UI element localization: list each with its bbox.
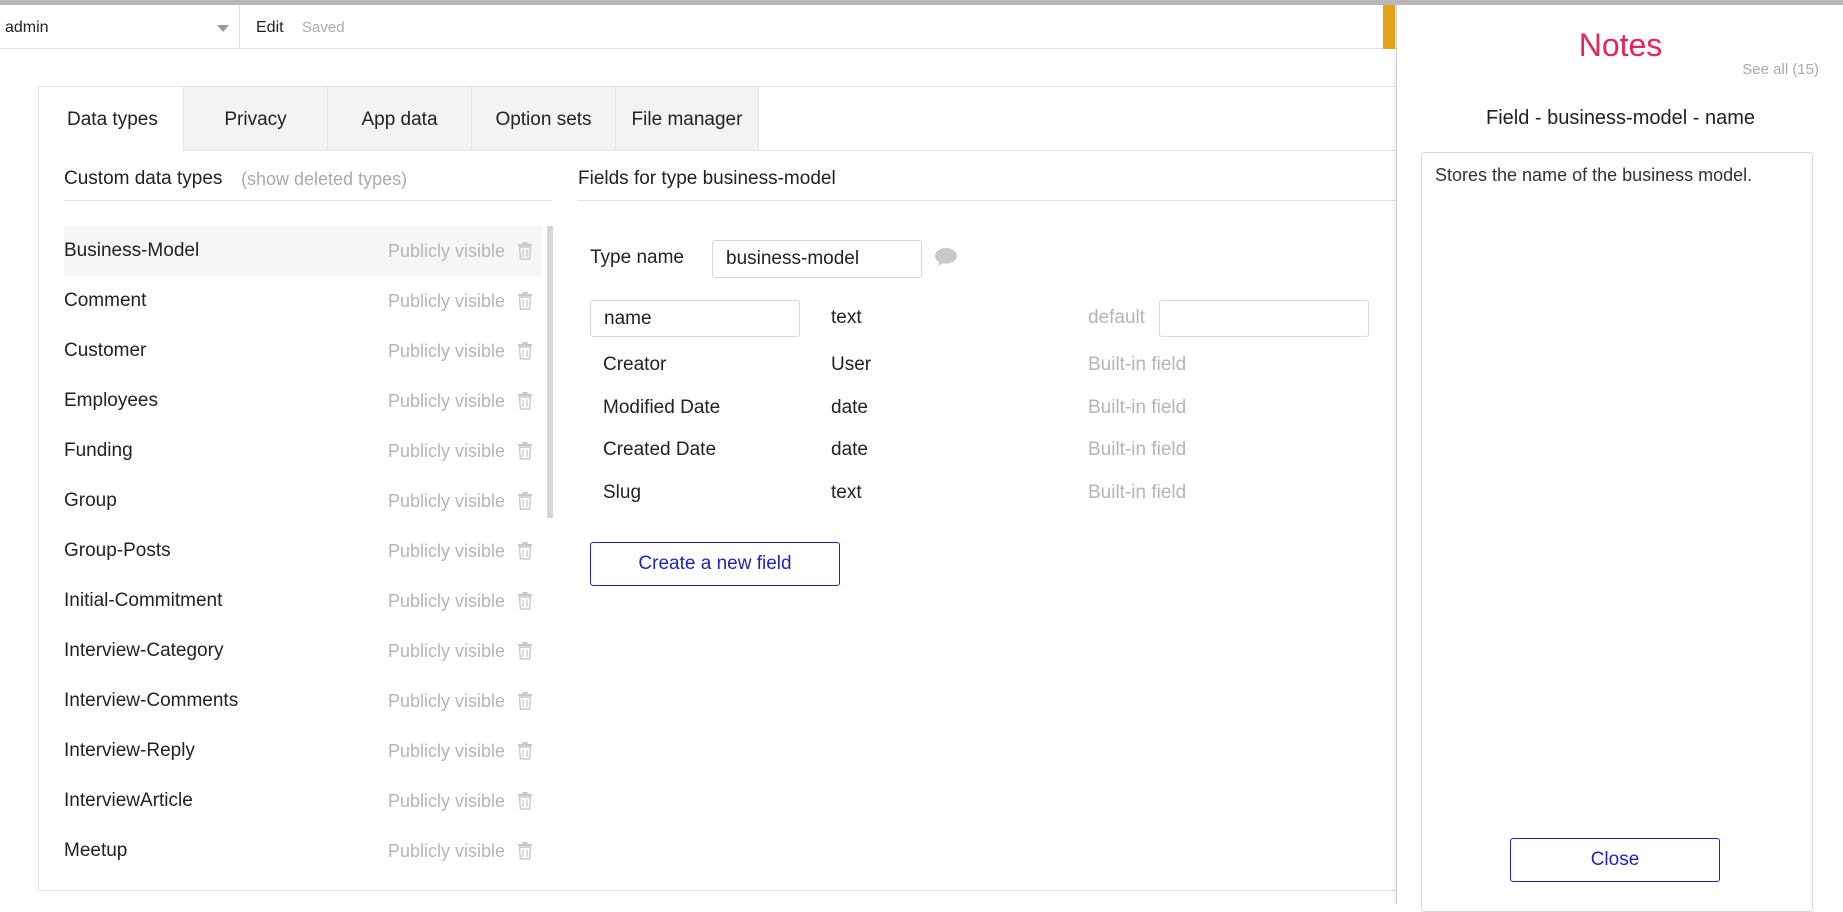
notes-title: Notes — [1578, 27, 1663, 63]
list-scrollbar[interactable] — [547, 226, 553, 518]
data-type-name: Group-Posts — [64, 540, 171, 561]
visibility-label[interactable]: Publicly visible — [388, 476, 505, 526]
chevron-down-icon — [217, 25, 229, 32]
data-type-row[interactable]: Interview-Reply Publicly visible — [64, 726, 542, 776]
trash-icon[interactable] — [518, 592, 532, 610]
data-type-row[interactable]: Employees Publicly visible — [64, 376, 542, 426]
close-notes-button[interactable]: Close — [1510, 838, 1720, 882]
builtin-field-type: date — [831, 397, 868, 418]
trash-icon[interactable] — [518, 492, 532, 510]
builtin-field-type: text — [831, 482, 862, 503]
data-tabs: Data types Privacy App data Option sets … — [38, 86, 759, 151]
data-type-row[interactable]: Interview-Comments Publicly visible — [64, 676, 542, 726]
builtin-field-note: Built-in field — [1088, 482, 1187, 503]
notes-textarea[interactable]: Stores the name of the business model. — [1421, 152, 1813, 912]
data-type-row[interactable]: Group-Posts Publicly visible — [64, 526, 542, 576]
data-type-row[interactable]: Initial-Commitment Publicly visible — [64, 576, 542, 626]
tab-privacy[interactable]: Privacy — [184, 86, 328, 151]
comment-icon[interactable] — [934, 247, 958, 267]
data-type-name: InterviewArticle — [64, 790, 193, 811]
trash-icon[interactable] — [518, 342, 532, 360]
create-field-button[interactable]: Create a new field — [590, 542, 840, 586]
notes-panel: Notes See all (15) Field - business-mode… — [1396, 5, 1843, 912]
builtin-field-note: Built-in field — [1088, 439, 1187, 460]
builtin-field-name: Created Date — [603, 439, 717, 460]
page-selector-value: admin — [5, 19, 49, 36]
custom-types-title: Custom data types — [64, 168, 223, 189]
builtin-field-note: Built-in field — [1088, 354, 1187, 375]
data-type-row[interactable]: Customer Publicly visible — [64, 326, 542, 376]
data-type-list: Business-Model Publicly visible Comment Pub… — [64, 226, 542, 876]
builtin-field-name: Creator — [603, 354, 667, 375]
data-type-row[interactable]: Interview-Category Publicly visible — [64, 626, 542, 676]
builtin-field-note: Built-in field — [1088, 397, 1187, 418]
see-all-notes-link[interactable]: See all (15) — [1742, 61, 1819, 78]
visibility-label[interactable]: Publicly visible — [388, 776, 505, 826]
data-type-name: Funding — [64, 440, 133, 461]
data-type-name: Initial-Commitment — [64, 590, 223, 611]
data-type-name: Meetup — [64, 840, 128, 861]
data-type-row[interactable]: InterviewArticle Publicly visible — [64, 776, 542, 826]
builtin-field-name: Slug — [603, 482, 642, 503]
visibility-label[interactable]: Publicly visible — [388, 326, 505, 376]
save-status: Saved — [302, 19, 345, 36]
visibility-label[interactable]: Publicly visible — [388, 626, 505, 676]
data-type-name: Customer — [64, 340, 147, 361]
tab-file-manager[interactable]: File manager — [616, 86, 759, 151]
field-name-input[interactable]: name — [590, 300, 800, 337]
data-type-name: Group — [64, 490, 117, 511]
trash-icon[interactable] — [518, 642, 532, 660]
trash-icon[interactable] — [518, 242, 532, 260]
trash-icon[interactable] — [518, 442, 532, 460]
show-deleted-types-link[interactable]: (show deleted types) — [241, 169, 407, 190]
tab-option-sets[interactable]: Option sets — [472, 86, 616, 151]
fields-header: Fields for type business-model — [578, 168, 1398, 201]
data-type-row[interactable]: Business-Model Publicly visible — [64, 226, 542, 276]
default-value-input[interactable] — [1159, 300, 1369, 337]
data-type-name: Interview-Reply — [64, 740, 195, 761]
mode-label[interactable]: Edit — [256, 19, 284, 37]
trash-icon[interactable] — [518, 792, 532, 810]
data-type-name: Interview-Comments — [64, 690, 239, 711]
data-type-name: Interview-Category — [64, 640, 224, 661]
trash-icon[interactable] — [518, 692, 532, 710]
trash-icon[interactable] — [518, 842, 532, 860]
visibility-label[interactable]: Publicly visible — [388, 276, 505, 326]
notes-subtitle: Field - business-model - name — [1486, 107, 1755, 129]
data-type-name: Business-Model — [64, 240, 200, 261]
builtin-field-type: User — [831, 354, 872, 375]
trash-icon[interactable] — [518, 542, 532, 560]
visibility-label[interactable]: Publicly visible — [388, 576, 505, 626]
tab-app-data[interactable]: App data — [328, 86, 472, 151]
visibility-label[interactable]: Publicly visible — [388, 226, 505, 276]
visibility-label[interactable]: Publicly visible — [388, 826, 505, 876]
type-name-label: Type name — [590, 247, 684, 268]
data-type-row[interactable]: Comment Publicly visible — [64, 276, 542, 326]
trash-icon[interactable] — [518, 392, 532, 410]
builtin-field-name: Modified Date — [603, 397, 721, 418]
visibility-label[interactable]: Publicly visible — [388, 426, 505, 476]
builtin-field-type: date — [831, 439, 868, 460]
data-type-row[interactable]: Funding Publicly visible — [64, 426, 542, 476]
visibility-label[interactable]: Publicly visible — [388, 526, 505, 576]
visibility-label[interactable]: Publicly visible — [388, 726, 505, 776]
tabs-divider — [756, 150, 1438, 151]
type-name-input[interactable]: business-model — [712, 240, 922, 278]
default-label: default — [1088, 307, 1146, 328]
data-type-name: Comment — [64, 290, 147, 311]
visibility-label[interactable]: Publicly visible — [388, 376, 505, 426]
data-type-row[interactable]: Meetup Publicly visible — [64, 826, 542, 876]
data-type-name: Employees — [64, 390, 158, 411]
trash-icon[interactable] — [518, 742, 532, 760]
custom-types-header: Custom data types (show deleted types) — [64, 168, 552, 201]
page-selector[interactable]: admin — [0, 5, 240, 49]
trash-icon[interactable] — [518, 292, 532, 310]
field-type-select[interactable]: text — [831, 307, 862, 329]
data-type-row[interactable]: Group Publicly visible — [64, 476, 542, 526]
tab-data-types[interactable]: Data types — [38, 86, 184, 151]
visibility-label[interactable]: Publicly visible — [388, 676, 505, 726]
